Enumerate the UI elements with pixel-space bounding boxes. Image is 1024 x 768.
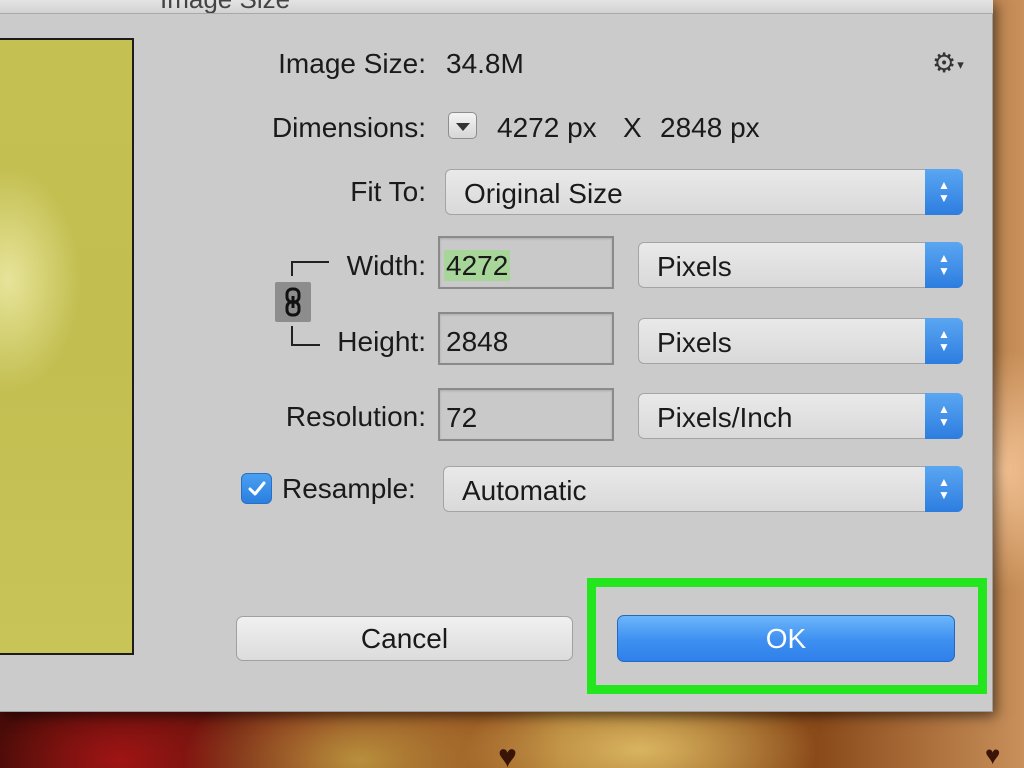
width-label: Width: <box>346 250 426 281</box>
resample-method-value: Automatic <box>462 475 587 506</box>
image-preview[interactable] <box>0 38 134 655</box>
cancel-button[interactable]: Cancel <box>236 616 573 661</box>
height-unit-value: Pixels <box>657 327 732 358</box>
ok-button[interactable]: OK <box>617 615 955 662</box>
width-value: 4272 <box>444 250 511 281</box>
gear-icon: ⚙ <box>932 48 957 78</box>
dimensions-label: Dimensions: <box>271 112 426 143</box>
dimensions-separator: X <box>623 112 642 143</box>
width-unit-select[interactable]: Pixels ▲ ▼ <box>638 242 963 288</box>
up-down-chevron-icon: ▲ ▼ <box>925 466 963 512</box>
height-unit-select[interactable]: Pixels ▲ ▼ <box>638 318 963 364</box>
dialog-title-bar: Image Size <box>0 0 993 14</box>
dimensions-width: 4272 px <box>497 112 597 143</box>
up-down-chevron-icon: ▲ ▼ <box>925 318 963 364</box>
resolution-input[interactable]: 72 <box>438 388 614 441</box>
resolution-unit-value: Pixels/Inch <box>657 402 793 433</box>
width-unit-value: Pixels <box>657 251 732 282</box>
up-down-chevron-icon: ▲ ▼ <box>925 393 963 439</box>
fit-to-label: Fit To: <box>350 176 426 207</box>
resolution-unit-select[interactable]: Pixels/Inch ▲ ▼ <box>638 393 963 439</box>
image-size-value: 34.8M <box>446 48 524 79</box>
image-size-dialog: Image Size Image Size: 34.8M ⚙▾ Dimensio… <box>0 0 993 712</box>
resample-label: Resample: <box>282 473 416 504</box>
height-label: Height: <box>337 326 426 357</box>
background-heart-shape: ♥ <box>985 740 1001 768</box>
checkmark-icon <box>248 481 265 495</box>
background-heart-shape: ♥ <box>498 738 517 768</box>
fit-to-value: Original Size <box>464 178 623 209</box>
height-input[interactable]: 2848 <box>438 312 614 365</box>
dimensions-height: 2848 px <box>660 112 760 143</box>
fit-to-select[interactable]: Original Size ▲ ▼ <box>445 169 963 215</box>
up-down-chevron-icon: ▲ ▼ <box>925 242 963 288</box>
constrain-proportions-toggle[interactable] <box>275 282 311 322</box>
resolution-value: 72 <box>446 402 478 433</box>
resample-checkbox[interactable] <box>241 473 272 504</box>
resample-method-select[interactable]: Automatic ▲ ▼ <box>443 466 963 512</box>
width-input[interactable]: 4272 <box>438 236 614 289</box>
up-down-chevron-icon: ▲ ▼ <box>925 169 963 215</box>
dialog-title: Image Size <box>160 0 290 13</box>
settings-menu-button[interactable]: ⚙▾ <box>932 50 964 77</box>
dimensions-unit-toggle[interactable] <box>448 112 477 139</box>
height-value: 2848 <box>446 326 509 357</box>
disclosure-triangle-icon <box>455 122 470 131</box>
resolution-label: Resolution: <box>285 401 426 432</box>
image-size-label: Image Size: <box>278 48 426 79</box>
chain-link-icon <box>285 287 301 317</box>
chevron-down-icon: ▾ <box>957 57 964 73</box>
